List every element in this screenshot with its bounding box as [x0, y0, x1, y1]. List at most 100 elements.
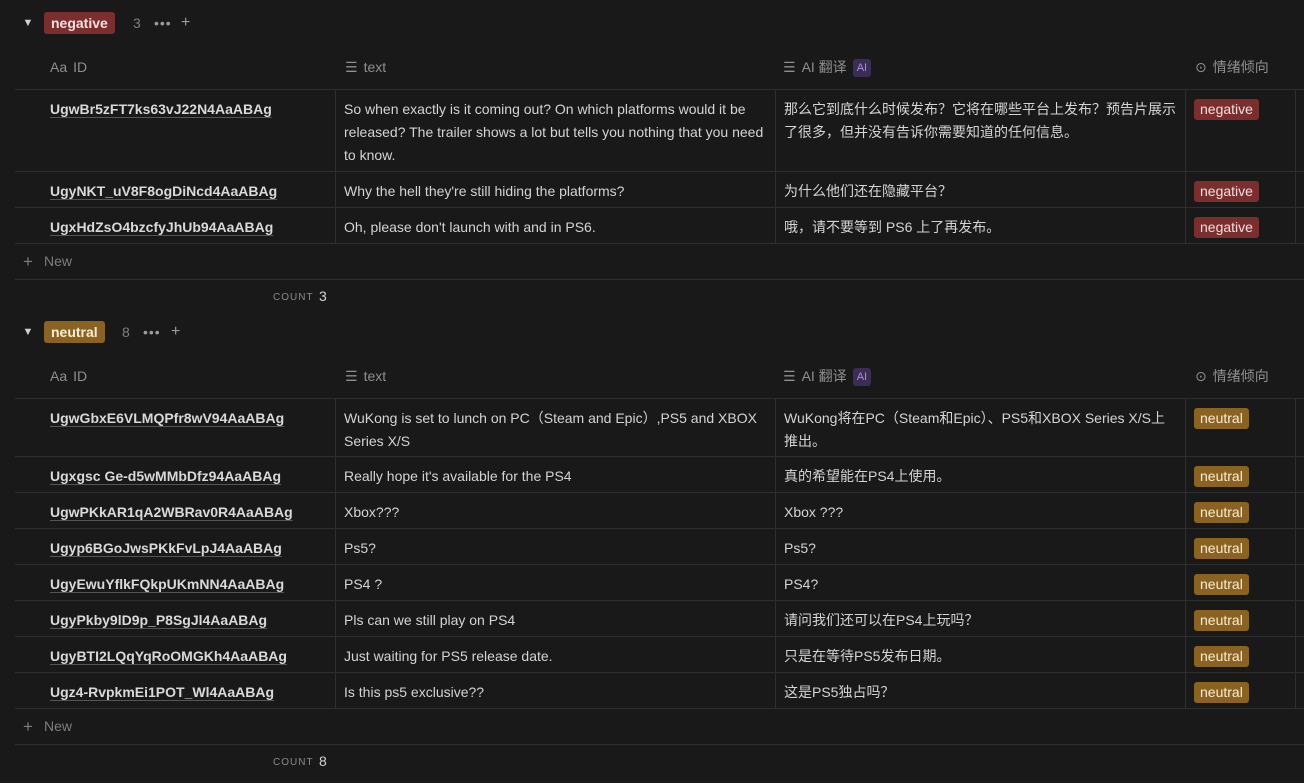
column-header-text[interactable]: ☰ text — [345, 354, 386, 398]
lines-icon: ☰ — [783, 59, 796, 75]
group-negative: ▼ negative 3 ••• + Aa ID ☰ text ☰ AI 翻译 AI ⊙… — [0, 10, 1304, 304]
more-icon[interactable]: ••• — [154, 12, 172, 34]
column-header-translation[interactable]: ☰ AI 翻译 AI — [783, 45, 872, 89]
table-row[interactable]: UgwBr5zFT7ks63vJ22N4AaABAg So when exact… — [15, 90, 1304, 172]
id-cell[interactable]: UgwPKkAR1qA2WBRav0R4AaABAg — [15, 493, 335, 528]
id-cell[interactable]: UgyBTI2LQqYqRoOMGKh4AaABAg — [15, 637, 335, 672]
plus-icon[interactable]: + — [171, 321, 180, 343]
sentiment-cell[interactable]: neutral — [1185, 673, 1295, 708]
sentiment-cell[interactable]: neutral — [1185, 565, 1295, 600]
id-cell[interactable]: UgxHdZsO4bzcfyJhUb94AaABAg — [15, 208, 335, 243]
table-row[interactable]: UgxHdZsO4bzcfyJhUb94AaABAg Oh, please do… — [15, 208, 1304, 244]
sentiment-tag: negative — [1194, 217, 1259, 238]
count-footer[interactable]: COUNT 3 — [15, 280, 1304, 318]
column-header-text[interactable]: ☰ text — [345, 45, 386, 89]
triangle-down-icon[interactable]: ▼ — [20, 324, 36, 340]
sentiment-cell[interactable]: neutral — [1185, 457, 1295, 492]
column-header-translation-label: AI 翻译 — [801, 59, 847, 75]
text-cell[interactable]: WuKong is set to lunch on PC（Steam and E… — [335, 399, 775, 456]
sentiment-cell[interactable]: neutral — [1185, 637, 1295, 672]
translation-cell[interactable]: 请问我们还可以在PS4上玩吗？ — [775, 601, 1185, 636]
id-cell[interactable]: UgyNKT_uV8F8ogDiNcd4AaABAg — [15, 172, 335, 207]
lines-icon: ☰ — [345, 368, 358, 384]
text-cell[interactable]: Just waiting for PS5 release date. — [335, 637, 775, 672]
text-cell[interactable]: Oh, please don't launch with and in PS6. — [335, 208, 775, 243]
group-label[interactable]: negative — [44, 12, 115, 34]
header-row: Aa ID ☰ text ☰ AI 翻译 AI ⊙ 情绪倾向 — [15, 354, 1304, 399]
column-header-id[interactable]: Aa ID — [50, 45, 87, 89]
id-cell[interactable]: Ugz4-RvpkmEi1POT_Wl4AaABAg — [15, 673, 335, 708]
table-row[interactable]: UgyNKT_uV8F8ogDiNcd4AaABAg Why the hell … — [15, 172, 1304, 208]
text-cell[interactable]: So when exactly is it coming out? On whi… — [335, 90, 775, 171]
table-row[interactable]: UgyPkby9lD9p_P8SgJl4AaABAg Pls can we st… — [15, 601, 1304, 637]
text-cell[interactable]: Pls can we still play on PS4 — [335, 601, 775, 636]
table-row[interactable]: UgwGbxE6VLMQPfr8wV94AaABAg WuKong is set… — [15, 399, 1304, 457]
translation-cell[interactable]: PS4? — [775, 565, 1185, 600]
translation-cell[interactable]: 真的希望能在PS4上使用。 — [775, 457, 1185, 492]
plus-icon: + — [23, 717, 33, 736]
select-circle-icon: ⊙ — [1195, 368, 1207, 384]
translation-cell[interactable]: 为什么他们还在隐藏平台？ — [775, 172, 1185, 207]
sentiment-tag: negative — [1194, 99, 1259, 120]
id-value: UgwBr5zFT7ks63vJ22N4AaABAg — [50, 101, 272, 117]
title-property-icon: Aa — [50, 368, 68, 384]
text-cell[interactable]: Why the hell they're still hiding the pl… — [335, 172, 775, 207]
sentiment-cell[interactable]: negative — [1185, 208, 1295, 243]
translation-cell[interactable]: Ps5? — [775, 529, 1185, 564]
count-footer[interactable]: COUNT 8 — [15, 745, 1304, 783]
select-circle-icon: ⊙ — [1195, 59, 1207, 75]
id-value: UgwPKkAR1qA2WBRav0R4AaABAg — [50, 504, 293, 520]
group-header: ▼ neutral 8 ••• + — [0, 319, 400, 347]
text-cell[interactable]: Xbox??? — [335, 493, 775, 528]
plus-icon[interactable]: + — [181, 12, 190, 34]
column-header-translation[interactable]: ☰ AI 翻译 AI — [783, 354, 872, 398]
id-cell[interactable]: UgyEwuYflkFQkpUKmNN4AaABAg — [15, 565, 335, 600]
column-header-sentiment[interactable]: ⊙ 情绪倾向 — [1195, 354, 1269, 398]
triangle-down-icon[interactable]: ▼ — [20, 15, 36, 31]
id-cell[interactable]: UgwBr5zFT7ks63vJ22N4AaABAg — [15, 90, 335, 171]
group-label[interactable]: neutral — [44, 321, 105, 343]
id-cell[interactable]: Ugyp6BGoJwsPKkFvLpJ4AaABAg — [15, 529, 335, 564]
translation-cell[interactable]: WuKong将在PC（Steam和Epic）、PS5和XBOX Series X… — [775, 399, 1185, 456]
column-header-id-label: ID — [73, 368, 88, 384]
id-cell[interactable]: UgwGbxE6VLMQPfr8wV94AaABAg — [15, 399, 335, 456]
text-cell[interactable]: Really hope it's available for the PS4 — [335, 457, 775, 492]
translation-cell[interactable]: 那么它到底什么时候发布？它将在哪些平台上发布？预告片展示了很多，但并没有告诉你需… — [775, 90, 1185, 171]
translation-cell[interactable]: 这是PS5独占吗？ — [775, 673, 1185, 708]
column-header-text-label: text — [363, 368, 387, 384]
text-cell[interactable]: Ps5? — [335, 529, 775, 564]
text-cell[interactable]: PS4 ? — [335, 565, 775, 600]
group-neutral: ▼ neutral 8 ••• + Aa ID ☰ text ☰ AI 翻译 AI ⊙ 情… — [0, 319, 1304, 772]
sentiment-cell[interactable]: neutral — [1185, 601, 1295, 636]
more-icon[interactable]: ••• — [143, 321, 161, 343]
translation-cell[interactable]: Xbox ??? — [775, 493, 1185, 528]
table-row[interactable]: UgyBTI2LQqYqRoOMGKh4AaABAg Just waiting … — [15, 637, 1304, 673]
id-cell[interactable]: UgyPkby9lD9p_P8SgJl4AaABAg — [15, 601, 335, 636]
new-row-button[interactable]: + New — [15, 244, 1304, 280]
new-row-button[interactable]: + New — [15, 709, 1304, 745]
column-header-id[interactable]: Aa ID — [50, 354, 87, 398]
sentiment-cell[interactable]: negative — [1185, 90, 1295, 171]
table-row[interactable]: Ugyp6BGoJwsPKkFvLpJ4AaABAg Ps5? Ps5? neu… — [15, 529, 1304, 565]
sentiment-cell[interactable]: neutral — [1185, 529, 1295, 564]
sentiment-cell[interactable]: negative — [1185, 172, 1295, 207]
sentiment-tag: neutral — [1194, 466, 1249, 487]
column-header-text-label: text — [363, 59, 387, 75]
translation-cell[interactable]: 只是在等待PS5发布日期。 — [775, 637, 1185, 672]
table-row[interactable]: UgwPKkAR1qA2WBRav0R4AaABAg Xbox??? Xbox … — [15, 493, 1304, 529]
table-row[interactable]: UgyEwuYflkFQkpUKmNN4AaABAg PS4 ? PS4? ne… — [15, 565, 1304, 601]
column-header-id-label: ID — [73, 59, 88, 75]
ai-badge: AI — [852, 368, 872, 387]
table-row[interactable]: Ugxgsc Ge-d5wMMbDfz94AaABAg Really hope … — [15, 457, 1304, 493]
sentiment-cell[interactable]: neutral — [1185, 493, 1295, 528]
row-end — [1295, 637, 1304, 672]
sentiment-tag: negative — [1194, 181, 1259, 202]
translation-cell[interactable]: 哦，请不要等到 PS6 上了再发布。 — [775, 208, 1185, 243]
sentiment-cell[interactable]: neutral — [1185, 399, 1295, 456]
text-cell[interactable]: Is this ps5 exclusive?? — [335, 673, 775, 708]
table-row[interactable]: Ugz4-RvpkmEi1POT_Wl4AaABAg Is this ps5 e… — [15, 673, 1304, 709]
column-header-sentiment[interactable]: ⊙ 情绪倾向 — [1195, 45, 1269, 89]
id-cell[interactable]: Ugxgsc Ge-d5wMMbDfz94AaABAg — [15, 457, 335, 492]
sentiment-tag: neutral — [1194, 646, 1249, 667]
id-value: UgyBTI2LQqYqRoOMGKh4AaABAg — [50, 648, 287, 664]
